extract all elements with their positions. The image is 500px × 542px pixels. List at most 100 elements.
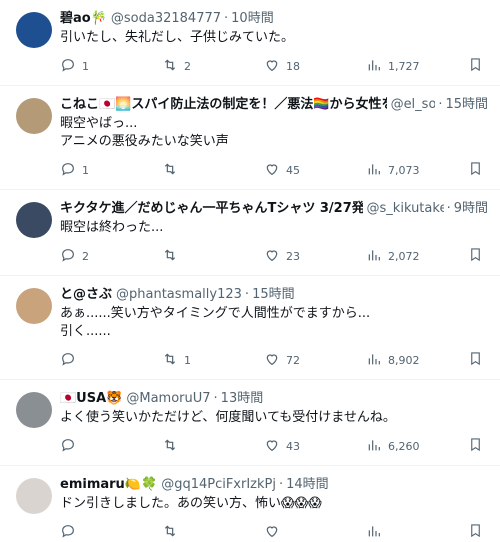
- like-button[interactable]: 72: [264, 351, 324, 370]
- views-button[interactable]: 8,902: [366, 351, 426, 370]
- tweet-text: 暇空やばっ... アニメの悪役みたいな笑い声: [60, 115, 488, 151]
- display-name[interactable]: と@さぶ: [60, 286, 112, 304]
- user-handle[interactable]: @phantasmally123: [116, 286, 242, 304]
- bookmark-button[interactable]: [468, 351, 484, 369]
- reply-icon: [60, 523, 76, 542]
- avatar[interactable]: [16, 202, 52, 238]
- user-handle[interactable]: @s_kikutake: [367, 200, 444, 218]
- like-icon: [264, 351, 280, 370]
- like-count: 72: [286, 353, 300, 367]
- display-name[interactable]: 碧ao🎋: [60, 10, 107, 28]
- timestamp[interactable]: 15時間: [252, 286, 295, 304]
- timestamp[interactable]: 14時間: [286, 476, 329, 494]
- views-icon: [366, 247, 382, 266]
- display-name[interactable]: こねこ🇯🇵🌅スパイ防止法の制定を！／悪法🏳️‍🌈から女性を: [60, 96, 387, 114]
- like-button[interactable]: 45: [264, 161, 324, 180]
- view-count: 6,260: [388, 439, 420, 453]
- tweet[interactable]: emimaru🍋🍀 @gq14PciFxrIzkPj · 14時間 ドン引きしま…: [0, 466, 500, 542]
- like-count: 43: [286, 439, 300, 453]
- retweet-button[interactable]: [162, 247, 222, 266]
- retweet-icon: [162, 247, 178, 266]
- views-button[interactable]: 1,727: [366, 57, 426, 76]
- tweet-header: 🇯🇵USA🐯 @MamoruU7 · 13時間: [60, 390, 488, 408]
- tweet-text-line: 引く......: [60, 324, 111, 339]
- tweet-actions: 1 2 18 1,727: [60, 47, 488, 85]
- like-count: 45: [286, 163, 300, 177]
- reply-button[interactable]: [60, 523, 120, 542]
- tweet-header: emimaru🍋🍀 @gq14PciFxrIzkPj · 14時間: [60, 476, 488, 494]
- tweet-text: よく使う笑いかただけど、何度聞いても受付けませんね。: [60, 409, 488, 427]
- avatar[interactable]: [16, 98, 52, 134]
- user-handle[interactable]: @gq14PciFxrIzkPj: [161, 476, 276, 494]
- tweet-header: キクタケ進／だめじゃん一平ちゃんTシャツ 3/27発売 @s_kikutake …: [60, 200, 488, 218]
- retweet-button[interactable]: [162, 437, 222, 456]
- like-button[interactable]: 18: [264, 57, 324, 76]
- view-count: 1,727: [388, 59, 420, 73]
- reply-icon: [60, 57, 76, 76]
- like-icon: [264, 57, 280, 76]
- user-handle[interactable]: @el_so: [391, 96, 436, 114]
- tweet[interactable]: 🇯🇵USA🐯 @MamoruU7 · 13時間 よく使う笑いかただけど、何度聞い…: [0, 380, 500, 466]
- bookmark-button[interactable]: [468, 437, 484, 455]
- timestamp[interactable]: 13時間: [221, 390, 264, 408]
- like-button[interactable]: [264, 523, 324, 542]
- reply-button[interactable]: 1: [60, 161, 120, 180]
- tweet-text-line: あぁ......笑い方やタイミングで人間性がでますから...: [60, 306, 371, 321]
- user-handle[interactable]: @MamoruU7: [126, 390, 210, 408]
- tweet-actions: 1 72 8,902: [60, 341, 488, 379]
- retweet-button[interactable]: 1: [162, 351, 222, 370]
- bookmark-button[interactable]: [468, 161, 484, 179]
- like-icon: [264, 437, 280, 456]
- like-button[interactable]: 43: [264, 437, 324, 456]
- tweet-header: と@さぶ @phantasmally123 · 15時間: [60, 286, 488, 304]
- time-separator: ·: [279, 477, 284, 492]
- tweet-text-line: 暇空やばっ...: [60, 116, 138, 131]
- bookmark-icon: [468, 523, 483, 541]
- display-name[interactable]: 🇯🇵USA🐯: [60, 390, 122, 408]
- views-button[interactable]: 7,073: [366, 161, 426, 180]
- time-separator: ·: [213, 391, 218, 406]
- tweet-text-line: 暇空は終わった...: [60, 220, 164, 235]
- avatar[interactable]: [16, 392, 52, 428]
- like-count: 23: [286, 249, 300, 263]
- bookmark-button[interactable]: [468, 523, 484, 541]
- like-button[interactable]: 23: [264, 247, 324, 266]
- retweet-button[interactable]: [162, 523, 222, 542]
- timestamp[interactable]: 15時間: [445, 96, 488, 114]
- avatar[interactable]: [16, 12, 52, 48]
- reply-button[interactable]: 1: [60, 57, 120, 76]
- reply-button[interactable]: [60, 351, 120, 370]
- user-handle[interactable]: @soda32184777: [111, 10, 221, 28]
- avatar[interactable]: [16, 478, 52, 514]
- like-icon: [264, 247, 280, 266]
- retweet-count: 1: [184, 353, 191, 367]
- reply-button[interactable]: [60, 437, 120, 456]
- tweet-actions: 43 6,260: [60, 427, 488, 465]
- display-name[interactable]: キクタケ進／だめじゃん一平ちゃんTシャツ 3/27発売: [60, 200, 363, 218]
- timestamp[interactable]: 9時間: [454, 200, 488, 218]
- like-icon: [264, 523, 280, 542]
- retweet-button[interactable]: 2: [162, 57, 222, 76]
- reply-button[interactable]: 2: [60, 247, 120, 266]
- avatar[interactable]: [16, 288, 52, 324]
- views-button[interactable]: 6,260: [366, 437, 426, 456]
- view-count: 7,073: [388, 163, 420, 177]
- views-button[interactable]: [366, 523, 426, 542]
- view-count: 8,902: [388, 353, 420, 367]
- views-button[interactable]: 2,072: [366, 247, 426, 266]
- bookmark-button[interactable]: [468, 247, 484, 265]
- views-icon: [366, 437, 382, 456]
- reply-icon: [60, 437, 76, 456]
- tweet[interactable]: こねこ🇯🇵🌅スパイ防止法の制定を！／悪法🏳️‍🌈から女性を @el_so · 1…: [0, 86, 500, 190]
- tweet[interactable]: キクタケ進／だめじゃん一平ちゃんTシャツ 3/27発売 @s_kikutake …: [0, 190, 500, 276]
- display-name[interactable]: emimaru🍋🍀: [60, 476, 157, 494]
- time-separator: ·: [224, 11, 229, 26]
- tweet[interactable]: と@さぶ @phantasmally123 · 15時間 あぁ......笑い方…: [0, 276, 500, 380]
- tweet-text-line: アニメの悪役みたいな笑い声: [60, 134, 229, 149]
- tweet-text: 引いたし、失礼だし、子供じみていた。: [60, 29, 488, 47]
- timestamp[interactable]: 10時間: [231, 10, 274, 28]
- views-icon: [366, 161, 382, 180]
- retweet-button[interactable]: [162, 161, 222, 180]
- tweet[interactable]: 碧ao🎋 @soda32184777 · 10時間 引いたし、失礼だし、子供じみ…: [0, 0, 500, 86]
- bookmark-button[interactable]: [468, 57, 484, 75]
